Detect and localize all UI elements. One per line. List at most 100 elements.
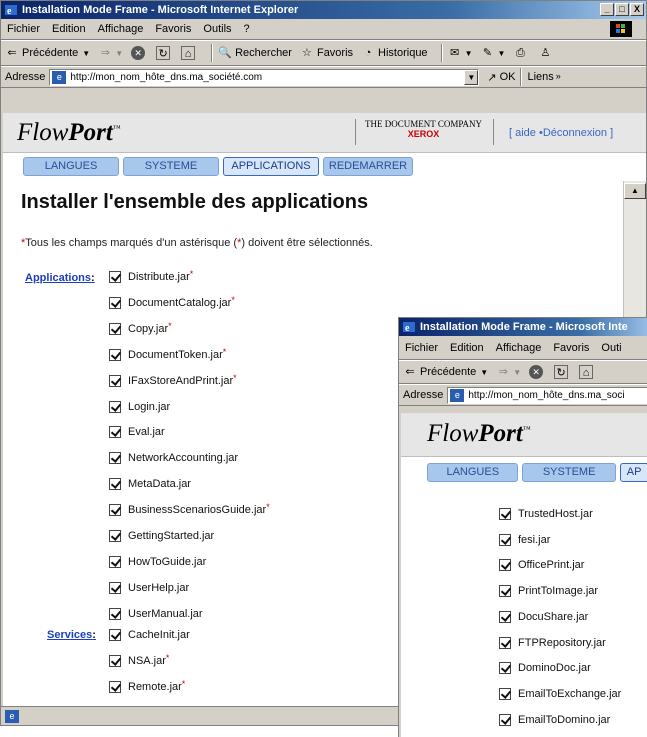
checkbox[interactable] — [499, 610, 511, 623]
title-bar[interactable]: e Installation Mode Frame - Microsoft In… — [399, 318, 647, 336]
back-button[interactable]: ⇐ Précédente ▼ — [5, 46, 90, 60]
checkbox[interactable] — [499, 533, 511, 546]
search-icon: 🔍 — [218, 47, 232, 59]
menu-edition[interactable]: Edition — [450, 342, 484, 354]
menu-affichage[interactable]: Affichage — [98, 23, 144, 35]
checkbox[interactable] — [499, 508, 511, 520]
checkbox-label: UserHelp.jar — [128, 581, 190, 594]
search-button[interactable]: 🔍 Rechercher — [218, 46, 292, 60]
checkbox[interactable] — [499, 662, 511, 675]
minimize-button[interactable]: _ — [600, 3, 614, 16]
checkbox[interactable] — [109, 680, 121, 693]
checkbox[interactable] — [499, 687, 511, 700]
menu-favoris[interactable]: Favoris — [155, 23, 191, 35]
applications-link[interactable]: Applications: — [25, 272, 95, 284]
scroll-up-button[interactable]: ▲ — [624, 183, 646, 199]
checkbox[interactable] — [109, 348, 121, 361]
home-button[interactable]: ⌂ — [579, 365, 596, 379]
checkbox[interactable] — [109, 400, 121, 413]
history-button[interactable]: ◔ Historique — [361, 46, 428, 60]
checkbox-row: NSA.jar * — [109, 653, 169, 667]
maximize-button[interactable]: □ — [615, 3, 629, 16]
checkbox-row: Distribute.jar * — [109, 269, 193, 283]
menu-outils[interactable]: Outils — [203, 23, 231, 35]
checkbox-row: EmailToDomino.jar — [499, 713, 610, 726]
address-dropdown-button[interactable]: ▼ — [464, 69, 479, 85]
checkbox[interactable] — [109, 296, 121, 309]
address-input[interactable]: e http://mon_nom_hôte_dns.ma_soci — [447, 386, 647, 404]
messenger-button[interactable]: ♙ — [538, 46, 555, 60]
required-note: *Tous les champs marqués d'un astérisque… — [21, 237, 373, 249]
checkbox[interactable] — [109, 504, 121, 517]
checkbox-row: Login.jar — [109, 400, 170, 413]
go-button[interactable]: ↗ OK — [487, 71, 515, 84]
checkbox-row: DocumentToken.jar * — [109, 347, 226, 361]
tab-langues[interactable]: LANGUES — [427, 462, 519, 482]
menu-edition[interactable]: Edition — [52, 23, 86, 35]
checkbox[interactable] — [109, 374, 121, 387]
menu-affichage[interactable]: Affichage — [496, 342, 542, 354]
favorites-button[interactable]: ☆ Favoris — [300, 46, 353, 60]
checkbox[interactable] — [109, 607, 121, 620]
tab-applications[interactable]: APPLICATIONS — [223, 156, 319, 176]
close-button[interactable]: X — [630, 3, 644, 16]
checkbox-row: HowToGuide.jar — [109, 555, 206, 568]
tab-redemarrer[interactable]: REDEMARRER — [323, 156, 413, 176]
home-icon: ⌂ — [181, 46, 196, 60]
checkbox[interactable] — [109, 629, 121, 641]
checkbox[interactable] — [109, 654, 121, 667]
forward-button[interactable]: ⇒ ▼ — [496, 365, 522, 379]
mail-button[interactable]: ✉ ▼ — [448, 46, 473, 60]
tab-systeme[interactable]: SYSTEME — [123, 156, 219, 176]
menu-fichier[interactable]: Fichier — [405, 342, 438, 354]
checkbox-row: Copy.jar * — [109, 321, 172, 335]
menu-help[interactable]: ? — [244, 23, 250, 35]
title-bar[interactable]: e Installation Mode Frame - Microsoft In… — [1, 1, 646, 19]
tab-systeme[interactable]: SYSTEME — [522, 462, 616, 482]
checkbox[interactable] — [109, 452, 121, 465]
links-button[interactable]: Liens » — [527, 71, 560, 83]
home-button[interactable]: ⌂ — [181, 46, 198, 60]
checkbox[interactable] — [109, 555, 121, 568]
checkbox[interactable] — [109, 581, 121, 594]
menu-outils[interactable]: Outi — [601, 342, 621, 354]
edit-button[interactable]: ✎ ▼ — [480, 46, 506, 60]
checkbox[interactable] — [499, 585, 511, 598]
flowport-logo: FlowPort™ — [427, 420, 531, 447]
checkbox[interactable] — [109, 478, 121, 491]
help-logout-links[interactable]: [ aide •Déconnexion ] — [509, 127, 613, 139]
page-icon: e — [450, 388, 465, 402]
back-button[interactable]: ⇐ Précédente ▼ — [403, 365, 488, 379]
menu-fichier[interactable]: Fichier — [7, 23, 40, 35]
forward-button[interactable]: ⇒ ▼ — [98, 46, 124, 60]
services-link[interactable]: Services: — [47, 629, 96, 641]
print-button[interactable]: ⎙ — [513, 46, 530, 60]
refresh-button[interactable]: ↻ — [554, 365, 571, 379]
page-icon: e — [52, 70, 67, 84]
refresh-button[interactable]: ↻ — [156, 46, 173, 60]
checkbox[interactable] — [499, 713, 511, 726]
checkbox-label: Eval.jar — [128, 426, 165, 439]
checkbox[interactable] — [109, 271, 121, 283]
flowport-header: FlowPort™ THE DOCUMENT COMPANY XEROX [ a… — [3, 113, 646, 153]
tab-applications[interactable]: AP — [619, 462, 647, 482]
menu-favoris[interactable]: Favoris — [553, 342, 589, 354]
checkbox[interactable] — [499, 559, 511, 572]
checkbox-label: UserManual.jar — [128, 607, 203, 620]
stop-button[interactable]: ✕ — [529, 365, 546, 379]
ie-icon: e — [402, 320, 416, 334]
checkbox-row: DominoDoc.jar — [499, 662, 591, 675]
mail-icon: ✉ — [449, 47, 460, 59]
checkbox-row: Remote.jar * — [109, 679, 185, 693]
checkbox-label: DocumentToken.jar — [128, 348, 223, 361]
checkbox[interactable] — [109, 322, 121, 335]
checkbox-row: NetworkAccounting.jar — [109, 452, 238, 465]
checkbox[interactable] — [109, 530, 121, 542]
address-input[interactable]: e http://mon_nom_hôte_dns.ma_société.com… — [49, 68, 480, 86]
checkbox[interactable] — [499, 636, 511, 649]
header-divider — [355, 119, 356, 145]
tab-langues[interactable]: LANGUES — [23, 156, 119, 176]
checkbox-label: fesi.jar — [518, 533, 551, 546]
stop-button[interactable]: ✕ — [131, 46, 148, 60]
checkbox[interactable] — [109, 426, 121, 439]
